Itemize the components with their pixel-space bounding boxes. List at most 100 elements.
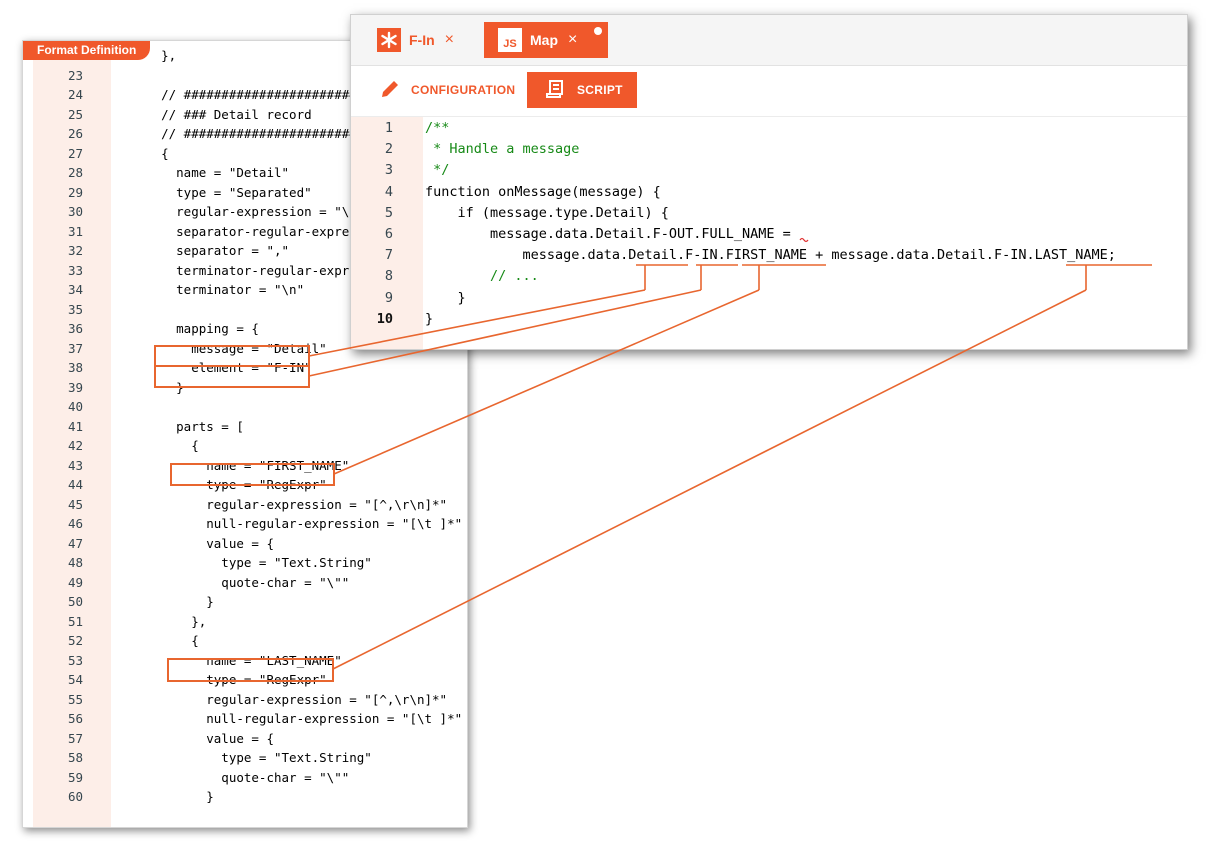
- line-number: 31: [67, 223, 83, 239]
- script-line[interactable]: 4 function onMessage(message) {: [351, 182, 1187, 203]
- line-number: 57: [67, 730, 83, 746]
- format-definition-tab[interactable]: Format Definition: [23, 41, 151, 60]
- code-text: /**: [425, 120, 450, 136]
- code-text: quote-char = "\"": [131, 769, 350, 785]
- line-number: 48: [67, 555, 83, 570]
- script-label: SCRIPT: [577, 83, 623, 97]
- code-line[interactable]: 49 quote-char = "\"": [23, 573, 467, 593]
- tab-map-label: Map: [530, 32, 558, 48]
- line-number: 43: [67, 457, 83, 473]
- highlight-first-name: [170, 463, 335, 486]
- code-line[interactable]: 48 type = "Text.String": [23, 553, 467, 573]
- line-number: 39: [67, 379, 83, 395]
- line-number: 45: [67, 496, 83, 512]
- line-number: 25: [67, 106, 83, 122]
- line-number: 55: [67, 691, 83, 707]
- script-line[interactable]: 9 }: [351, 288, 1187, 309]
- js-icon: JS: [498, 28, 522, 52]
- highlight-message-detail: [154, 345, 310, 367]
- js-icon-text: JS: [503, 37, 517, 50]
- code-line[interactable]: 51 },: [23, 612, 467, 632]
- line-number: 46: [67, 516, 83, 531]
- script-line[interactable]: 5 if (message.type.Detail) {: [351, 203, 1187, 224]
- editor-tab-bar: F-In × JS Map ×: [351, 15, 1187, 66]
- line-number: 28: [67, 165, 83, 180]
- code-line[interactable]: 45 regular-expression = "[^,\r\n]*": [23, 495, 467, 515]
- script-line[interactable]: 2 * Handle a message: [351, 139, 1187, 160]
- code-line[interactable]: 52 {: [23, 631, 467, 651]
- tab-map[interactable]: JS Map ×: [484, 22, 608, 58]
- line-number: 33: [67, 262, 83, 278]
- code-text: if (message.type.Detail) {: [425, 204, 669, 221]
- code-text: }: [131, 789, 214, 804]
- code-text: function onMessage(message) {: [425, 183, 661, 200]
- line-number: 30: [67, 204, 83, 219]
- script-line[interactable]: 6 message.data.Detail.F-OUT.FULL_NAME =: [351, 224, 1187, 245]
- line-number: 29: [67, 184, 83, 200]
- code-text: },: [131, 613, 207, 629]
- line-number: 42: [67, 438, 83, 453]
- code-line[interactable]: 47 value = {: [23, 534, 467, 554]
- code-line[interactable]: 57 value = {: [23, 729, 467, 749]
- configuration-button[interactable]: CONFIGURATION: [379, 72, 515, 108]
- code-line[interactable]: 58 type = "Text.String": [23, 748, 467, 768]
- line-number: 7: [384, 247, 393, 264]
- code-line[interactable]: 59 quote-char = "\"": [23, 768, 467, 788]
- script-icon: [545, 79, 565, 102]
- configuration-label: CONFIGURATION: [411, 83, 516, 97]
- line-number: 35: [67, 301, 83, 317]
- code-text: mapping = {: [131, 321, 259, 336]
- pencil-icon: [379, 78, 401, 103]
- line-number: 32: [67, 243, 83, 258]
- map-editor-panel: F-In × JS Map × CONFIGURATION SCRIPT 1 /*…: [350, 14, 1188, 350]
- line-number: 47: [67, 535, 83, 551]
- code-text: value = {: [131, 535, 274, 551]
- code-text: null-regular-expression = "[\t ]*": [131, 516, 463, 531]
- line-number: 49: [67, 574, 83, 590]
- close-icon[interactable]: ×: [568, 31, 577, 49]
- line-number: 4: [384, 183, 393, 200]
- close-icon[interactable]: ×: [445, 31, 454, 49]
- line-number: 58: [67, 750, 83, 765]
- script-line[interactable]: 10}: [351, 309, 1187, 330]
- script-line[interactable]: 8 // ...: [351, 266, 1187, 287]
- code-line[interactable]: 56 null-regular-expression = "[\t ]*": [23, 709, 467, 729]
- code-text: separator = ",": [131, 243, 290, 258]
- code-text: * Handle a message: [425, 141, 580, 158]
- code-line[interactable]: 42 {: [23, 436, 467, 456]
- code-text: */: [425, 162, 450, 179]
- script-line[interactable]: 1 /**: [351, 118, 1187, 139]
- script-line[interactable]: 3 */: [351, 160, 1187, 181]
- line-number: 44: [67, 477, 83, 492]
- line-number: 10: [376, 310, 393, 327]
- code-line[interactable]: 41 parts = [: [23, 417, 467, 437]
- code-line[interactable]: 60 }: [23, 787, 467, 807]
- code-line[interactable]: 40: [23, 397, 467, 417]
- script-line[interactable]: 7 message.data.Detail.F-IN.FIRST_NAME + …: [351, 245, 1187, 266]
- code-text: separator-regular-expressi: [131, 223, 372, 239]
- code-line[interactable]: 55 regular-expression = "[^,\r\n]*": [23, 690, 467, 710]
- code-line[interactable]: 46 null-regular-expression = "[\t ]*": [23, 514, 467, 534]
- code-text: regular-expression = "\"D\: [131, 204, 372, 219]
- code-text: }: [425, 310, 434, 327]
- line-number: 36: [67, 321, 83, 336]
- code-text: terminator = "\n": [131, 282, 305, 297]
- line-number: 34: [67, 282, 83, 297]
- line-number: 26: [67, 126, 83, 141]
- code-line[interactable]: 50 }: [23, 592, 467, 612]
- line-number: 5: [384, 204, 393, 221]
- code-text: type = "Separated": [131, 184, 312, 200]
- line-number: 59: [67, 769, 83, 785]
- line-number: 27: [67, 145, 83, 161]
- script-button[interactable]: SCRIPT: [527, 72, 637, 108]
- line-number: 51: [67, 613, 83, 629]
- code-text: regular-expression = "[^,\r\n]*": [131, 691, 448, 707]
- line-number: 2: [384, 141, 393, 158]
- line-number: 24: [67, 87, 83, 102]
- line-number: 54: [67, 672, 83, 687]
- code-text: }: [425, 289, 466, 306]
- tab-f-in-label: F-In: [409, 32, 435, 48]
- code-text: value = {: [131, 730, 274, 746]
- line-number: 38: [67, 360, 83, 375]
- tab-f-in[interactable]: F-In ×: [377, 22, 454, 58]
